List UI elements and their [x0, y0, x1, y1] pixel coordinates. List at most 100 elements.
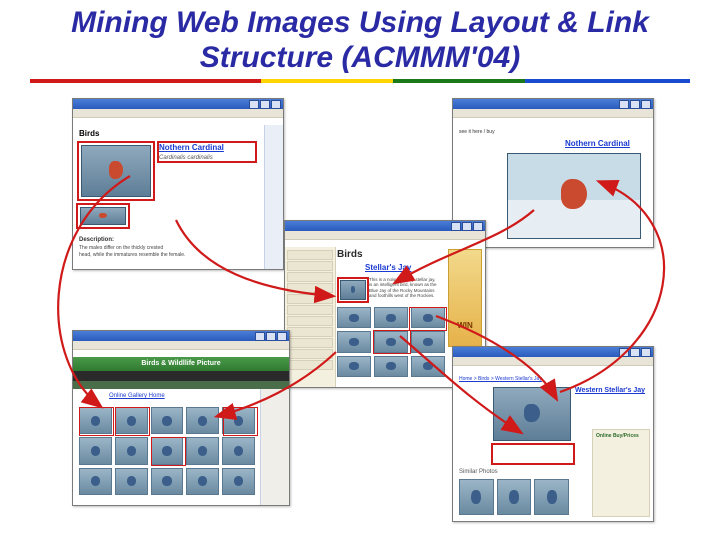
bird-thumb [411, 356, 445, 377]
slide-title: Mining Web Images Using Layout & Link St… [0, 0, 720, 75]
bird-thumb [337, 356, 371, 377]
breadcrumb: see it here / buy [459, 129, 495, 135]
jay-thumb [340, 280, 366, 300]
browser-toolbar [453, 357, 653, 366]
cardinal-photo [81, 145, 151, 197]
nav-item [287, 349, 333, 359]
gallery-thumb [79, 437, 112, 464]
max-icon [266, 332, 276, 341]
highlight-box-caption [491, 443, 575, 465]
window-titlebar [285, 221, 485, 231]
gallery-thumb [115, 468, 148, 495]
gallery-thumb [79, 468, 112, 495]
rainbow-divider [30, 79, 690, 83]
highlight-box-thumb [76, 203, 130, 229]
min-icon [451, 222, 461, 231]
nav-item [287, 338, 333, 348]
nav-item [287, 272, 333, 282]
nav-item [287, 327, 333, 337]
ad-text: WIN [449, 321, 481, 330]
highlight-box-g3 [223, 407, 258, 436]
left-nav [285, 247, 336, 387]
cardinal-large-photo [507, 153, 641, 239]
highlight-box-g4 [151, 437, 186, 466]
similar-thumb [497, 479, 532, 515]
bird-thumb [411, 331, 445, 352]
browser-window-gallery: Birds & Wildllife Picture Online Gallery… [72, 330, 290, 506]
gallery-thumb [186, 437, 219, 464]
nav-item [287, 360, 333, 370]
min-icon [619, 348, 629, 357]
photo-title: Nothern Cardinal [565, 139, 630, 148]
desc-label: Description: [79, 237, 114, 243]
gallery-thumb [115, 437, 148, 464]
jay-large-photo [493, 387, 571, 441]
page-content: Home > Birds > Western Stellar's Jay Wes… [453, 373, 653, 521]
highlight-box-g2 [115, 407, 150, 436]
nav-item [287, 294, 333, 304]
highlight-box-grid-thumb-2 [409, 307, 447, 331]
min-icon [249, 100, 259, 109]
nav-item [287, 250, 333, 260]
similar-thumb [459, 479, 494, 515]
similar-thumbs [459, 479, 569, 515]
page-content: Birds Nothern Cardinal Cardinalis cardin… [73, 125, 283, 269]
right-info-panel: Online Buy/Prices [592, 429, 650, 517]
species-heading: Stellar's Jay [365, 263, 411, 272]
gallery-thumb [151, 407, 184, 434]
browser-toolbar [73, 109, 283, 118]
browser-window-jay-detail: Home > Birds > Western Stellar's Jay Wes… [452, 346, 654, 522]
sidebar-ad: WIN [448, 249, 482, 347]
max-icon [260, 100, 270, 109]
desc-line-2: head, while the immatures resemble the f… [79, 252, 261, 258]
page-banner: Birds & Wildllife Picture [73, 357, 289, 371]
highlight-box-species-name [157, 141, 257, 163]
section-label: Similar Photos [459, 469, 498, 475]
page-content: Birds & Wildllife Picture Online Gallery… [73, 357, 289, 505]
highlight-box-grid-thumb-1 [373, 330, 411, 354]
close-icon [277, 332, 287, 341]
similar-thumb [534, 479, 569, 515]
close-icon [271, 100, 281, 109]
close-icon [641, 348, 651, 357]
page-heading: Birds [79, 129, 99, 138]
bird-thumb [337, 331, 371, 352]
highlight-box-cardinal-photo [77, 141, 155, 201]
window-titlebar [73, 99, 283, 109]
window-titlebar [73, 331, 289, 341]
max-icon [630, 100, 640, 109]
slide: Mining Web Images Using Layout & Link St… [0, 0, 720, 540]
highlight-box-jay-thumb [337, 277, 369, 303]
max-icon [630, 348, 640, 357]
browser-toolbar [453, 109, 653, 118]
max-icon [462, 222, 472, 231]
window-titlebar [453, 347, 653, 357]
nav-item [287, 261, 333, 271]
photo-title: Western Stellar's Jay [575, 387, 645, 394]
dark-header [73, 371, 289, 381]
close-icon [473, 222, 483, 231]
brand: Birds [337, 249, 363, 260]
species-blurb: This is a noisy, friendly stellar jay, i… [369, 277, 439, 299]
panel-heading: Online Buy/Prices [596, 433, 639, 439]
browser-window-cardinal-article: Birds Nothern Cardinal Cardinalis cardin… [72, 98, 284, 270]
desc-line-1: The males differ on the thickly crested [79, 245, 261, 251]
nav-item [287, 305, 333, 315]
gallery-thumb [186, 407, 219, 434]
cardinal-thumb [80, 207, 126, 225]
breadcrumb: Home > Birds > Western Stellar's Jay [459, 376, 542, 382]
tab-bar [73, 381, 289, 389]
gallery-thumb [222, 437, 255, 464]
gallery-thumb [222, 468, 255, 495]
close-icon [641, 100, 651, 109]
window-titlebar [453, 99, 653, 109]
browser-toolbar [285, 231, 485, 240]
gallery-thumb [186, 468, 219, 495]
bird-thumb [337, 307, 371, 328]
right-sidebar [264, 125, 283, 269]
highlight-box-g1 [79, 407, 114, 436]
bird-thumb [374, 356, 408, 377]
nav-item [287, 283, 333, 293]
min-icon [255, 332, 265, 341]
min-icon [619, 100, 629, 109]
